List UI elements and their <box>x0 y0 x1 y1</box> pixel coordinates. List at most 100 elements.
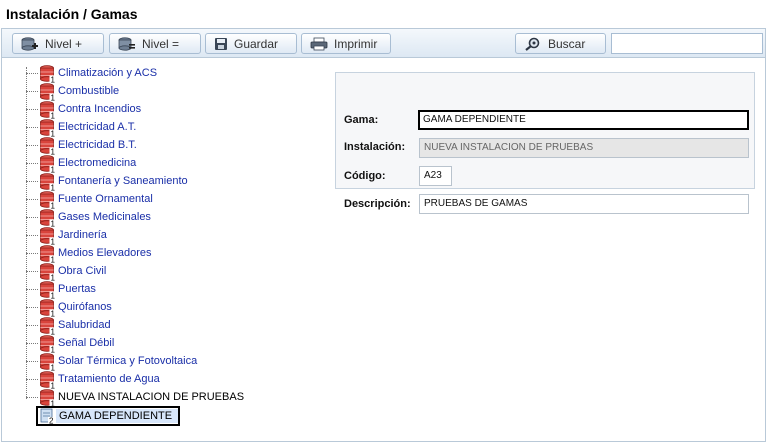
tree-item[interactable]: 1 Obra Civil <box>20 263 320 283</box>
tree-item[interactable]: 1 Climatización y ACS <box>20 65 320 85</box>
svg-text:1: 1 <box>51 202 56 210</box>
tree-child-label: GAMA DEPENDIENTE <box>59 410 173 422</box>
tree-connector <box>26 289 38 290</box>
database-equals-icon <box>118 36 136 51</box>
document-icon: 2 <box>39 408 57 427</box>
tree-item[interactable]: 1 Puertas <box>20 281 320 301</box>
tree-item-label: NUEVA INSTALACION DE PRUEBAS <box>58 391 245 403</box>
tree-connector <box>26 109 38 110</box>
tree-connector <box>26 325 38 326</box>
tree-connector <box>26 397 38 398</box>
tree-item-label: Fuente Ornamental <box>58 193 153 205</box>
svg-text:1: 1 <box>51 256 56 264</box>
svg-text:1: 1 <box>51 130 56 138</box>
tree-item[interactable]: 1 Medios Elevadores <box>20 245 320 265</box>
svg-text:1: 1 <box>51 166 56 174</box>
guardar-label: Guardar <box>234 36 279 51</box>
svg-text:1: 1 <box>51 220 56 228</box>
tree-item[interactable]: 1 Electricidad A.T. <box>20 119 320 139</box>
main-panel: Nivel + Nivel = Guardar Imprimir Buscar … <box>1 28 766 442</box>
svg-text:1: 1 <box>51 310 56 318</box>
tree-item[interactable]: 1 NUEVA INSTALACION DE PRUEBAS <box>20 389 320 409</box>
tree-item-label: Tratamiento de Agua <box>58 373 160 385</box>
child-badge: 2 <box>49 417 54 425</box>
codigo-field[interactable]: A23 <box>419 166 452 186</box>
tree-item[interactable]: 1 Combustible <box>20 83 320 103</box>
tree-item-label: Gases Medicinales <box>58 211 151 223</box>
tree-item[interactable]: 1 Solar Térmica y Fotovoltaica <box>20 353 320 373</box>
tree-item-label: Solar Térmica y Fotovoltaica <box>58 355 198 367</box>
page-title: Instalación / Gamas <box>6 6 138 22</box>
tree-item[interactable]: 1 Electricidad B.T. <box>20 137 320 157</box>
svg-text:1: 1 <box>51 94 56 102</box>
tree-item-label: Señal Débil <box>58 337 115 349</box>
nivel-add-label: Nivel + <box>45 36 83 51</box>
buscar-button[interactable]: Buscar <box>515 33 606 54</box>
tree-item[interactable]: 1 Tratamiento de Agua <box>20 371 320 391</box>
floppy-disk-icon <box>214 37 228 51</box>
tree-connector <box>26 163 38 164</box>
tree-item-label: Obra Civil <box>58 265 107 277</box>
tree-item[interactable]: 1 Jardinería <box>20 227 320 247</box>
tree-connector <box>26 379 38 380</box>
tree-connector <box>26 235 38 236</box>
tree-item[interactable]: 1 Fuente Ornamental <box>20 191 320 211</box>
toolbar: Nivel + Nivel = Guardar Imprimir Buscar <box>2 29 765 58</box>
tree-item[interactable]: 1 Salubridad <box>20 317 320 337</box>
tree-connector <box>26 145 38 146</box>
tree-item-label: Electromedicina <box>58 157 137 169</box>
instalacion-label: Instalación: <box>344 141 406 153</box>
nivel-add-button[interactable]: Nivel + <box>12 33 104 54</box>
tree-connector <box>26 307 38 308</box>
printer-icon <box>310 37 328 51</box>
tree-connector <box>26 361 38 362</box>
tree-child-item-selected[interactable]: 2 GAMA DEPENDIENTE <box>36 406 180 426</box>
svg-text:1: 1 <box>51 112 56 120</box>
tree-item[interactable]: 1 Contra Incendios <box>20 101 320 121</box>
tree-connector <box>26 343 38 344</box>
buscar-label: Buscar <box>548 36 586 51</box>
tree-item[interactable]: 1 Señal Débil <box>20 335 320 355</box>
tree-item-label: Puertas <box>58 283 96 295</box>
tree-item-label: Fontanería y Saneamiento <box>58 175 188 187</box>
gama-label: Gama: <box>344 114 379 126</box>
tree-connector <box>26 271 38 272</box>
nivel-equal-button[interactable]: Nivel = <box>109 33 201 54</box>
tree-item-label: Quirófanos <box>58 301 112 313</box>
svg-text:1: 1 <box>51 328 56 336</box>
tree-connector <box>26 181 38 182</box>
svg-text:1: 1 <box>51 148 56 156</box>
svg-text:1: 1 <box>51 292 56 300</box>
svg-text:1: 1 <box>51 382 56 390</box>
tree-connector <box>26 253 38 254</box>
descripcion-field[interactable]: PRUEBAS DE GAMAS <box>419 194 749 214</box>
imprimir-button[interactable]: Imprimir <box>301 33 391 54</box>
tree-item-label: Salubridad <box>58 319 111 331</box>
tree-item[interactable]: 1 Quirófanos <box>20 299 320 319</box>
svg-text:1: 1 <box>51 364 56 372</box>
tree-connector <box>26 217 38 218</box>
svg-text:1: 1 <box>51 238 56 246</box>
svg-text:1: 1 <box>51 184 56 192</box>
gama-field[interactable]: GAMA DEPENDIENTE <box>418 110 749 130</box>
search-input[interactable] <box>611 33 763 54</box>
tree-connector <box>26 91 38 92</box>
database-plus-icon <box>21 36 39 51</box>
imprimir-label: Imprimir <box>334 36 378 51</box>
svg-text:1: 1 <box>51 76 56 84</box>
svg-text:1: 1 <box>51 346 56 354</box>
guardar-button[interactable]: Guardar <box>205 33 297 54</box>
tree-connector <box>26 199 38 200</box>
svg-text:1: 1 <box>51 274 56 282</box>
tree-connector <box>26 127 38 128</box>
tree-item-label: Electricidad B.T. <box>58 139 137 151</box>
tree-item[interactable]: 1 Gases Medicinales <box>20 209 320 229</box>
tree-connector <box>26 73 38 74</box>
tree-item-label: Electricidad A.T. <box>58 121 137 133</box>
nivel-equal-label: Nivel = <box>142 36 180 51</box>
tree-item[interactable]: 1 Electromedicina <box>20 155 320 175</box>
codigo-label: Código: <box>344 170 386 182</box>
magnifier-icon <box>524 37 542 51</box>
tree-item-label: Contra Incendios <box>58 103 142 115</box>
tree-item[interactable]: 1 Fontanería y Saneamiento <box>20 173 320 193</box>
